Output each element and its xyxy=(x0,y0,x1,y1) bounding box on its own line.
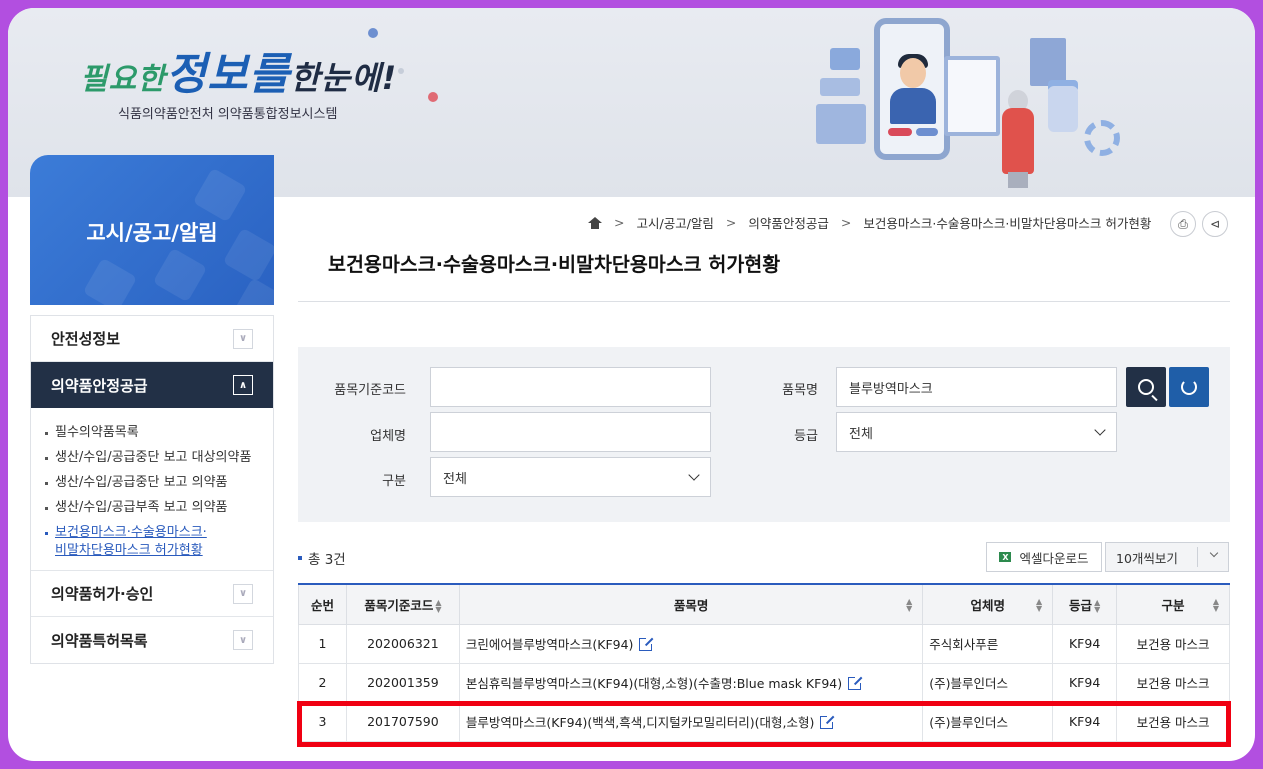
chevron-down-icon[interactable]: ∨ xyxy=(233,328,253,349)
gear-icon xyxy=(1084,120,1120,156)
search-button[interactable] xyxy=(1126,367,1166,407)
table-row[interactable]: 3 201707590 블루방역마스크(KF94)(백색,흑색,디지털카모밀리터… xyxy=(298,701,1230,742)
sidebar-item-patent-list[interactable]: 의약품특허목록 ∨ xyxy=(31,617,273,663)
table-row[interactable]: 1 202006321 크린에어블루방역마스크(KF94) 주식회사푸른 KF9… xyxy=(298,623,1230,664)
chat-bubble-icon xyxy=(820,78,860,96)
document-icon xyxy=(944,56,1000,136)
reset-button[interactable] xyxy=(1169,367,1209,407)
submenu-item-current[interactable]: 보건용마스크·수술용마스크· 비말차단용마스크 허가현황 xyxy=(43,524,261,560)
code-input[interactable] xyxy=(430,367,711,407)
sort-icon[interactable]: ▲ ▼ xyxy=(435,599,441,614)
sidebar-menu: 안전성정보 ∨ 의약품안정공급 ∧ 필수의약품목록 생산/수입/공급중단 보고 … xyxy=(30,315,274,664)
sidebar-item-safety-info[interactable]: 안전성정보 ∨ xyxy=(31,316,273,362)
sort-icon[interactable]: ▲ ▼ xyxy=(906,598,912,613)
column-header-no: 순번 xyxy=(298,584,347,625)
column-header-company[interactable]: 업체명 ▲ ▼ xyxy=(922,584,1054,625)
submenu-item[interactable]: 필수의약품목록 xyxy=(43,420,261,445)
chevron-up-icon[interactable]: ∧ xyxy=(233,375,253,395)
product-name-link[interactable]: 블루방역마스크(KF94)(백색,흑색,디지털카모밀리터리)(대형,소형) xyxy=(458,701,924,742)
column-header-name[interactable]: 품목명 ▲ ▼ xyxy=(458,584,924,625)
sidebar-section-title: 고시/공고/알림 xyxy=(86,221,218,245)
column-header-type[interactable]: 구분 ▲ ▼ xyxy=(1116,584,1230,625)
site-logo[interactable]: 필요한정보를한눈에! xyxy=(80,38,397,102)
company-label: 업체명 xyxy=(370,429,406,444)
chevron-down-icon xyxy=(1094,424,1106,436)
document-card-icon xyxy=(816,104,866,144)
type-select[interactable]: 전체 xyxy=(430,457,711,497)
excel-download-button[interactable]: X 엑셀다운로드 xyxy=(986,542,1102,572)
chevron-down-icon[interactable]: ∨ xyxy=(233,630,253,650)
excel-icon: X xyxy=(999,552,1012,562)
code-label: 품목기준코드 xyxy=(334,383,406,398)
doctor-phone-illustration xyxy=(874,18,950,160)
name-label: 품목명 xyxy=(782,383,818,398)
chat-bubble-icon xyxy=(1030,38,1066,86)
divider xyxy=(298,301,1230,302)
result-count: 총 3건 xyxy=(298,548,346,568)
submenu-item[interactable]: 생산/수입/공급중단 보고 대상의약품 xyxy=(43,445,261,470)
column-header-grade[interactable]: 등급 ▲ ▼ xyxy=(1052,584,1118,625)
sidebar-item-drug-supply[interactable]: 의약품안정공급 ∧ xyxy=(31,362,273,408)
page-frame: 필요한정보를한눈에! 식품의약품안전처 의약품통합정보시스템 고시/공고/알림 xyxy=(8,8,1255,761)
sort-icon[interactable]: ▲ ▼ xyxy=(1036,598,1042,613)
external-link-icon[interactable] xyxy=(639,637,654,651)
breadcrumb: > 고시/공고/알림 > 의약품안정공급 > 보건용마스크·수술용마스크·비말차… xyxy=(588,213,1151,232)
sort-icon[interactable]: ▲ ▼ xyxy=(1213,598,1219,613)
chevron-down-icon xyxy=(688,469,700,481)
results-table: 순번 품목기준코드 ▲ ▼ 품목명 ▲ ▼ 업체명 ▲ ▼ 등급 ▲ ▼ 구분 ▲ ▼ 1 2020… xyxy=(298,583,1230,742)
chevron-right-icon: > xyxy=(614,215,625,230)
grade-label: 등급 xyxy=(794,429,818,444)
product-name-link[interactable]: 본심휴릭블루방역마스크(KF94)(대형,소형)(수출명:Blue mask K… xyxy=(458,662,924,703)
name-input[interactable]: 블루방역마스크 xyxy=(836,367,1117,407)
page-title: 보건용마스크·수술용마스크·비말차단용마스크 허가현황 xyxy=(328,253,781,276)
search-icon xyxy=(1138,379,1154,395)
sidebar-submenu: 필수의약품목록 생산/수입/공급중단 보고 대상의약품 생산/수입/공급중단 보… xyxy=(31,408,273,571)
chevron-down-icon xyxy=(1209,548,1219,558)
chat-bubble-icon xyxy=(830,48,860,70)
molecule-dot-icon xyxy=(398,68,404,74)
breadcrumb-item[interactable]: 고시/공고/알림 xyxy=(636,213,713,232)
share-icon: ⊲ xyxy=(1209,217,1221,231)
sidebar-section-header: 고시/공고/알림 xyxy=(30,155,274,305)
sidebar-item-drug-approval[interactable]: 의약품허가·승인 ∨ xyxy=(31,571,273,617)
submenu-item[interactable]: 생산/수입/공급부족 보고 의약품 xyxy=(43,495,261,520)
product-name-link[interactable]: 크린에어블루방역마스크(KF94) xyxy=(458,623,924,664)
home-icon[interactable] xyxy=(588,216,602,229)
column-header-code[interactable]: 품목기준코드 ▲ ▼ xyxy=(345,584,460,625)
chevron-right-icon: > xyxy=(725,215,737,230)
table-header-row: 순번 품목기준코드 ▲ ▼ 품목명 ▲ ▼ 업체명 ▲ ▼ 등급 ▲ ▼ 구분 ▲ ▼ xyxy=(298,584,1230,625)
refresh-icon xyxy=(1181,379,1197,395)
chevron-right-icon: > xyxy=(840,215,852,230)
company-input[interactable] xyxy=(430,412,711,452)
system-name: 식품의약품안전처 의약품통합정보시스템 xyxy=(118,107,338,122)
submenu-item[interactable]: 생산/수입/공급중단 보고 의약품 xyxy=(43,470,261,495)
search-panel: 품목기준코드 품목명 블루방역마스크 업체명 등급 전체 구분 전체 xyxy=(298,347,1230,522)
chevron-down-icon[interactable]: ∨ xyxy=(233,583,253,604)
page-size-select[interactable]: 10개씩보기 xyxy=(1105,542,1229,572)
external-link-icon[interactable] xyxy=(848,676,863,690)
table-row[interactable]: 2 202001359 본심휴릭블루방역마스크(KF94)(대형,소형)(수출명… xyxy=(298,662,1230,703)
external-link-icon[interactable] xyxy=(820,715,835,729)
print-button[interactable]: ⎙ xyxy=(1170,211,1196,237)
grade-select[interactable]: 전체 xyxy=(836,412,1117,452)
type-label: 구분 xyxy=(382,474,406,489)
share-button[interactable]: ⊲ xyxy=(1202,211,1228,237)
printer-icon: ⎙ xyxy=(1178,216,1188,231)
breadcrumb-item-current[interactable]: 보건용마스크·수술용마스크·비말차단용마스크 허가현황 xyxy=(863,213,1151,232)
breadcrumb-item[interactable]: 의약품안정공급 xyxy=(748,213,829,232)
molecule-dot-icon xyxy=(428,92,438,102)
sort-icon[interactable]: ▲ ▼ xyxy=(1094,599,1100,614)
molecule-dot-icon xyxy=(368,28,378,38)
bullet-icon xyxy=(298,556,302,560)
